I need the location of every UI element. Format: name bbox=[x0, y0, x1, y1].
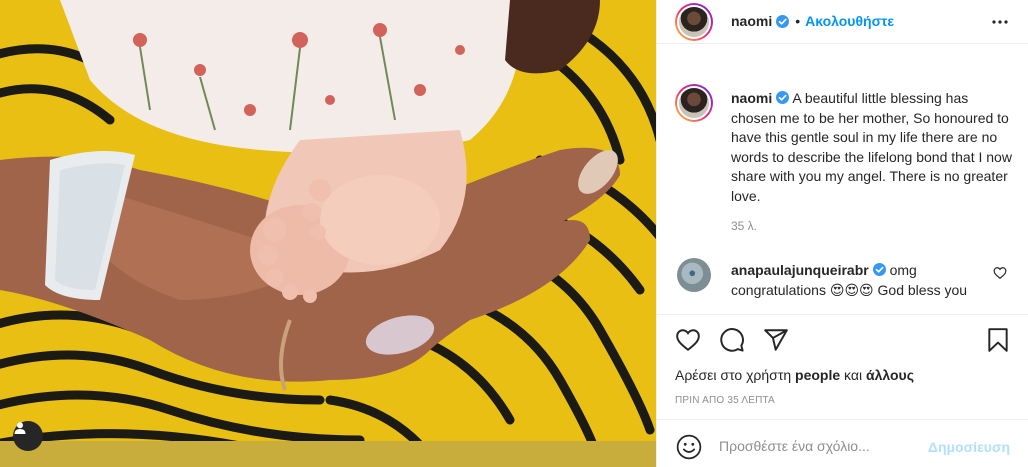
verified-badge-icon bbox=[872, 263, 886, 276]
likes-others-link[interactable]: άλλους bbox=[866, 367, 914, 383]
likes-middle: και bbox=[844, 367, 863, 383]
comment-item: anapaulajunqueirabr omg congratulations … bbox=[731, 261, 981, 300]
likes-prefix: Αρέσει στο χρήστη bbox=[675, 367, 792, 383]
post-caption: naomi A beautiful little blessing has ch… bbox=[731, 89, 1013, 206]
baby-feet-photo bbox=[0, 0, 656, 467]
post-actions: Αρέσει στο χρήστη people και άλλους ΠΡΙΝ… bbox=[657, 314, 1028, 414]
share-icon[interactable] bbox=[763, 327, 789, 353]
comment-icon[interactable] bbox=[719, 327, 745, 353]
comments-list[interactable]: naomi A beautiful little blessing has ch… bbox=[657, 44, 1028, 314]
emoji-icon[interactable] bbox=[676, 434, 702, 460]
comment-text-after: God bless you bbox=[877, 281, 968, 298]
post-side-panel: naomi • Ακολουθήστε naomi A beautiful li… bbox=[656, 0, 1028, 467]
follow-button[interactable]: Ακολουθήστε bbox=[805, 13, 894, 29]
commenter-avatar[interactable] bbox=[677, 258, 711, 292]
commenter-username[interactable]: anapaulajunqueirabr bbox=[731, 262, 869, 278]
caption-username[interactable]: naomi bbox=[731, 90, 772, 106]
heart-icon[interactable] bbox=[675, 327, 701, 353]
caption-timestamp[interactable]: 35 λ. bbox=[731, 219, 757, 233]
comment-input[interactable] bbox=[719, 434, 919, 458]
caption-text: A beautiful little blessing has chosen m… bbox=[731, 90, 1012, 204]
likes-user-link[interactable]: people bbox=[795, 367, 840, 383]
more-options-icon[interactable] bbox=[990, 12, 1010, 32]
separator-dot: • bbox=[795, 13, 801, 29]
user-tag-icon bbox=[14, 422, 26, 434]
verified-badge-icon bbox=[776, 91, 790, 104]
caption-author-avatar[interactable] bbox=[675, 84, 713, 122]
author-line: naomi • Ακολουθήστε bbox=[731, 13, 894, 29]
bookmark-icon[interactable] bbox=[985, 327, 1011, 353]
post-timestamp[interactable]: ΠΡΙΝ ΑΠΟ 35 ΛΕΠΤΑ bbox=[675, 395, 775, 406]
author-avatar[interactable] bbox=[675, 3, 713, 41]
comment-emoji: 😍😍😍 bbox=[829, 281, 874, 298]
post-header: naomi • Ακολουθήστε bbox=[657, 0, 1028, 44]
publish-button[interactable]: Δημοσίευση bbox=[928, 439, 1010, 455]
author-username[interactable]: naomi bbox=[731, 13, 772, 29]
add-comment-bar: Δημοσίευση bbox=[657, 419, 1028, 467]
user-tag-button[interactable] bbox=[13, 421, 43, 451]
verified-badge-icon bbox=[776, 14, 790, 28]
post-photo[interactable] bbox=[0, 0, 656, 467]
likes-summary: Αρέσει στο χρήστη people και άλλους bbox=[675, 367, 914, 383]
comment-heart-icon[interactable] bbox=[993, 266, 1007, 280]
